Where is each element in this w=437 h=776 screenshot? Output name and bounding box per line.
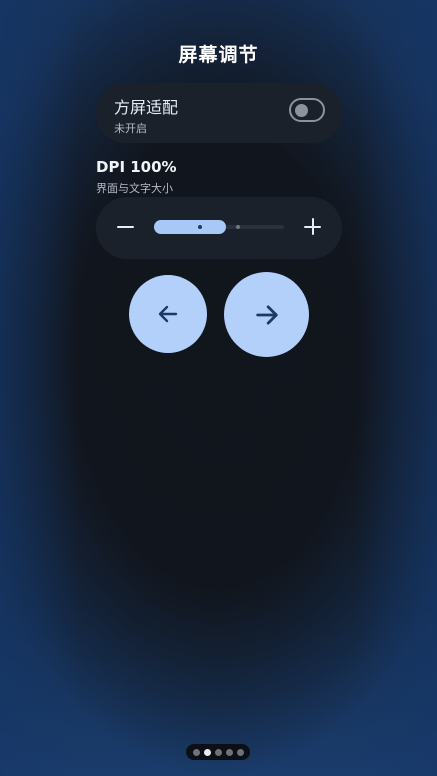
arrow-right-icon <box>255 304 278 325</box>
dpi-slider-card <box>96 197 342 259</box>
page-dot[interactable] <box>192 748 200 756</box>
dpi-label: DPI 100% <box>96 158 177 176</box>
slider-step-mark <box>236 225 240 229</box>
page-indicator <box>186 744 250 760</box>
page-dot[interactable] <box>225 748 233 756</box>
next-button[interactable] <box>224 272 309 357</box>
square-fit-status: 未开启 <box>114 122 147 135</box>
page-dot[interactable] <box>203 748 211 756</box>
increase-dpi-button[interactable] <box>302 216 324 238</box>
page-title: 屏幕调节 <box>178 44 259 66</box>
slider-fill <box>154 220 226 234</box>
square-fit-toggle[interactable] <box>289 98 325 122</box>
arrow-left-icon <box>158 305 178 323</box>
page-dot[interactable] <box>236 748 244 756</box>
square-fit-label: 方屏适配 <box>114 98 179 117</box>
minus-icon <box>116 226 134 228</box>
dpi-description: 界面与文字大小 <box>96 182 173 195</box>
slider-step-mark <box>198 225 202 229</box>
previous-button[interactable] <box>129 275 207 353</box>
decrease-dpi-button[interactable] <box>114 216 136 238</box>
square-fit-card[interactable]: 方屏适配 未开启 <box>96 83 342 143</box>
toggle-knob <box>295 104 308 117</box>
dpi-slider[interactable] <box>154 220 284 234</box>
page-dot[interactable] <box>214 748 222 756</box>
